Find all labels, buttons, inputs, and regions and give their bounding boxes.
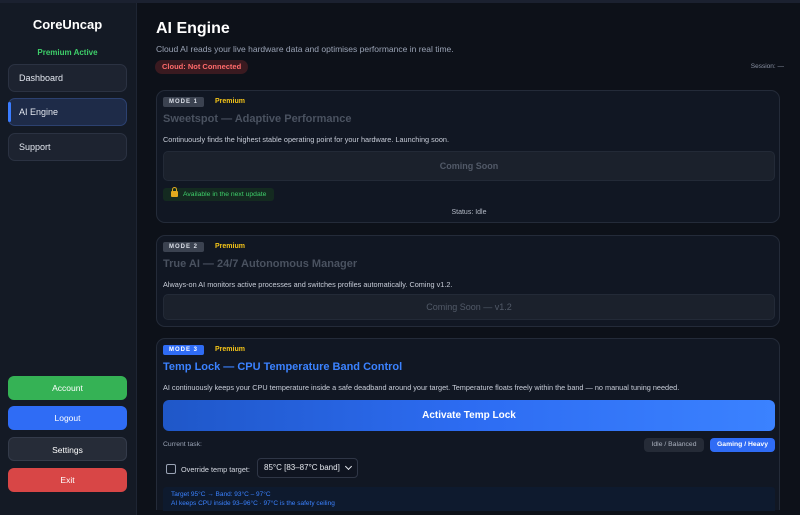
sidebar-item-ai-engine[interactable]: AI Engine [8,98,127,126]
session-status: Session: — [750,63,784,70]
premium-status: Premium Active [37,48,98,57]
page-subtitle: Cloud AI reads your live hardware data a… [156,44,454,54]
mode-2-card: MODE 2 Premium True AI — 24/7 Autonomous… [156,235,780,327]
mode-status: Status: Idle [451,209,487,216]
app-brand: CoreUncap [32,17,103,32]
mode-tag: MODE 1 [163,97,205,107]
sidebar-item-support[interactable]: Support [8,133,127,161]
override-checkbox[interactable] [166,464,176,474]
mode-tag: MODE 2 [163,242,205,252]
logout-button[interactable]: Logout [8,406,127,430]
coming-soon-button[interactable]: Coming Soon — v1.2 [163,294,775,320]
mode-title: True AI — 24/7 Autonomous Manager [163,258,358,270]
mode-tag: MODE 3 [163,345,205,355]
coming-soon-button[interactable]: Coming Soon [163,151,775,181]
current-task-label: Current task: [163,441,202,448]
activate-temp-lock-button[interactable]: Activate Temp Lock [163,400,775,431]
availability-badge: Available in the next update [163,187,275,201]
sidebar-item-dashboard[interactable]: Dashboard [8,64,127,92]
sidebar: CoreUncap Premium Active Dashboard AI En… [0,3,137,515]
lock-icon [171,187,178,197]
premium-tag: Premium [215,98,245,105]
temp-target-value: 85°C [83–87°C band] [264,463,340,472]
mode-description: AI continuously keeps your CPU temperatu… [163,383,680,392]
mode-description: Continuously finds the highest stable op… [163,135,449,144]
mode-title: Temp Lock — CPU Temperature Band Control [163,361,403,373]
premium-tag: Premium [215,346,245,353]
premium-tag: Premium [215,243,245,250]
task-option-gaming[interactable]: Gaming / Heavy [710,438,775,452]
settings-button[interactable]: Settings [8,437,127,461]
page-title: AI Engine [156,20,230,37]
temp-target-select[interactable]: 85°C [83–87°C band] [257,458,358,478]
temp-band-info: Target 95°C → Band: 93°C – 97°C AI keeps… [163,487,775,511]
availability-text: Available in the next update [183,191,267,198]
override-label: Override temp target: [181,465,250,474]
chevron-down-icon [344,462,353,471]
cloud-status-badge: Cloud: Not Connected [155,60,249,74]
task-option-idle[interactable]: Idle / Balanced [644,438,704,452]
temp-band-note: AI keeps CPU inside 93–96°C · 97°C is th… [171,500,335,507]
mode-3-card: MODE 3 Premium Temp Lock — CPU Temperatu… [156,338,780,511]
mode-description: Always-on AI monitors active processes a… [163,280,453,289]
mode-1-card: MODE 1 Premium Sweetspot — Adaptive Perf… [156,90,780,223]
app-window: CoreUncap Premium Active Dashboard AI En… [0,0,800,515]
account-button[interactable]: Account [8,376,127,400]
main-content: AI Engine Cloud AI reads your live hardw… [138,3,800,515]
temp-band-line: Target 95°C → Band: 93°C – 97°C [171,491,271,498]
exit-button[interactable]: Exit [8,468,127,492]
mode-title: Sweetspot — Adaptive Performance [163,113,352,125]
